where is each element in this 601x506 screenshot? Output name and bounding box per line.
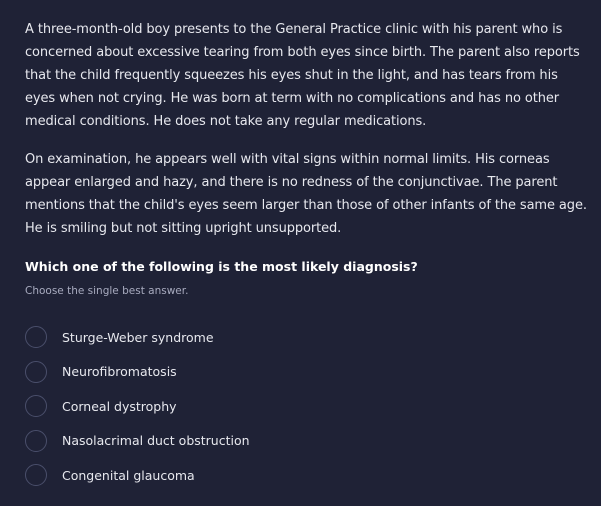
answer-option-nasolacrimal-duct-obstruction[interactable]: Nasolacrimal duct obstruction	[25, 424, 587, 459]
answer-option-congenital-glaucoma[interactable]: Congenital glaucoma	[25, 458, 587, 493]
answer-option-corneal-dystrophy[interactable]: Corneal dystrophy	[25, 389, 587, 424]
stem-paragraph-history: A three-month-old boy presents to the Ge…	[25, 22, 580, 129]
option-label: Nasolacrimal duct obstruction	[62, 433, 250, 449]
radio-button[interactable]	[25, 395, 47, 418]
question-panel: A three-month-old boy presents to the Ge…	[0, 0, 601, 506]
answer-options: Sturge-Weber syndrome Neurofibromatosis …	[25, 320, 587, 493]
option-label: Sturge-Weber syndrome	[62, 329, 214, 345]
option-label: Corneal dystrophy	[62, 398, 177, 414]
radio-button[interactable]	[25, 360, 47, 383]
stem-paragraph-examination: On examination, he appears well with vit…	[25, 152, 587, 236]
radio-button[interactable]	[25, 326, 47, 349]
radio-button[interactable]	[25, 464, 47, 487]
answer-option-sturge-weber[interactable]: Sturge-Weber syndrome	[25, 320, 587, 355]
radio-button[interactable]	[25, 429, 47, 452]
answer-instruction: Choose the single best answer.	[25, 285, 189, 297]
option-label: Neurofibromatosis	[62, 364, 177, 380]
answer-option-neurofibromatosis[interactable]: Neurofibromatosis	[25, 355, 587, 390]
question-prompt: Which one of the following is the most l…	[25, 259, 418, 274]
question-stem: A three-month-old boy presents to the Ge…	[25, 18, 587, 240]
option-label: Congenital glaucoma	[62, 467, 195, 483]
